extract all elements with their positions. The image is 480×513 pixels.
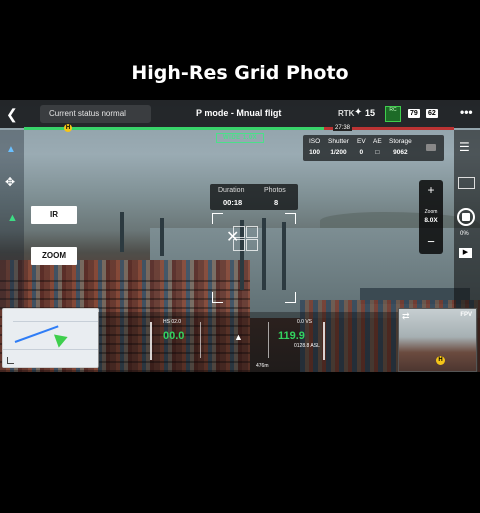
flight-path xyxy=(14,325,59,343)
compass-icon[interactable]: ✥ xyxy=(5,175,15,189)
ev-label: EV xyxy=(357,138,366,145)
signal-icon: RC xyxy=(385,106,401,122)
crane xyxy=(120,212,124,252)
zoom-in-button[interactable]: + xyxy=(419,183,443,197)
duration-value: 00:18 xyxy=(223,198,243,207)
swap-icon[interactable]: ⇄ xyxy=(402,311,410,322)
frame-corner xyxy=(212,213,223,224)
drone-camera-view: ❮ Current status normal P mode - Mnual f… xyxy=(0,100,480,372)
horizontal-speed: 00.0 xyxy=(163,330,185,342)
ev-value: 0 xyxy=(359,149,364,156)
back-icon[interactable]: ❮ xyxy=(6,106,18,123)
rtk-label: RTK xyxy=(338,109,355,118)
frame-corner xyxy=(285,292,296,303)
battery-aircraft: 62 xyxy=(426,109,438,118)
top-status-bar: ❮ Current status normal P mode - Mnual f… xyxy=(0,100,480,128)
zoom-value[interactable]: 8.0X xyxy=(419,217,443,224)
altitude-tick xyxy=(268,322,269,358)
page-caption: High-Res Grid Photo xyxy=(131,62,349,84)
frame-corner xyxy=(285,213,296,224)
iso-param: ISO 100 xyxy=(309,138,320,156)
heading-arrow-icon: ▲ xyxy=(234,332,243,342)
hs-label: HS 02.0 xyxy=(163,319,182,325)
aspect-icon[interactable] xyxy=(458,177,475,189)
grid-cell xyxy=(246,226,258,238)
shutter-icon[interactable] xyxy=(457,208,475,226)
zoom-button[interactable]: ZOOM xyxy=(31,247,77,265)
duration-label: Duration xyxy=(218,187,245,194)
asl-value: 0128.8 ASL xyxy=(294,343,320,349)
home-icon: H xyxy=(436,356,445,365)
iso-value: 100 xyxy=(309,149,321,156)
minimap[interactable] xyxy=(2,308,99,368)
crane xyxy=(160,218,164,256)
zoom-panel: + Zoom 8.0X − xyxy=(419,180,443,254)
flight-time-marker: 27:38 xyxy=(333,125,353,131)
storage-value: 9062 xyxy=(393,149,408,156)
ae-param: AE □ xyxy=(373,138,382,156)
battery-remote: 79 xyxy=(408,109,420,118)
ev-param: EV 0 xyxy=(357,138,366,156)
flight-mode-label: P mode - Mnual fligt xyxy=(196,108,282,118)
grid-capture-frame xyxy=(212,213,296,303)
storage-label: Storage xyxy=(389,138,412,145)
altitude-value: 119.9 xyxy=(278,330,305,342)
frame-corner xyxy=(212,292,223,303)
capture-info-panel: Duration Photos 00:18 8 xyxy=(210,184,298,210)
play-icon[interactable]: ▶ xyxy=(459,248,472,258)
map-pin-icon[interactable]: ▲ xyxy=(6,144,16,155)
vs-label: 0.0 VS xyxy=(297,319,313,325)
distance-value: 476m xyxy=(256,363,269,369)
altitude-scale xyxy=(323,322,325,360)
zoom-out-button[interactable]: − xyxy=(419,234,443,249)
satellite-count: 15 xyxy=(365,108,376,118)
ir-button[interactable]: IR xyxy=(31,206,77,224)
camera-params-panel[interactable]: ISO 100 Shutter 1/200 EV 0 AE □ Storage … xyxy=(303,135,444,161)
expand-icon[interactable] xyxy=(7,357,14,364)
zoom-label: Zoom xyxy=(424,209,438,215)
lock-icon: □ xyxy=(375,149,380,156)
storage-param: Storage 9062 xyxy=(389,138,412,156)
settings-icon[interactable]: ☰ xyxy=(459,140,470,154)
drone-icon xyxy=(53,330,71,348)
crosshair-icon: ✕ xyxy=(226,229,240,246)
shutter-param: Shutter 1/200 xyxy=(328,138,349,156)
capture-percent: 0% xyxy=(460,231,469,237)
map-road xyxy=(3,349,98,350)
status-indicator[interactable]: Current status normal xyxy=(40,105,151,123)
map-road xyxy=(13,321,98,322)
shutter-value: 1/200 xyxy=(330,149,347,156)
home-icon: H xyxy=(64,124,72,132)
speed-tick xyxy=(200,322,201,358)
iso-label: ISO xyxy=(309,138,321,145)
shutter-label: Shutter xyxy=(328,138,349,145)
speed-scale xyxy=(150,322,152,360)
telemetry-bar xyxy=(98,312,398,372)
aircraft-icon[interactable]: ▲ xyxy=(7,212,18,224)
ae-label: AE xyxy=(373,138,382,145)
photos-label: Photos xyxy=(264,187,286,194)
more-icon[interactable]: ••• xyxy=(460,105,473,119)
camera-icon xyxy=(426,144,436,151)
satellite-icon: ✦ xyxy=(354,107,363,118)
photos-value: 8 xyxy=(274,198,279,207)
grid-cell xyxy=(246,239,258,251)
lens-tag: WIDE 1.0X xyxy=(216,133,265,143)
fpv-label: FPV xyxy=(460,312,472,318)
